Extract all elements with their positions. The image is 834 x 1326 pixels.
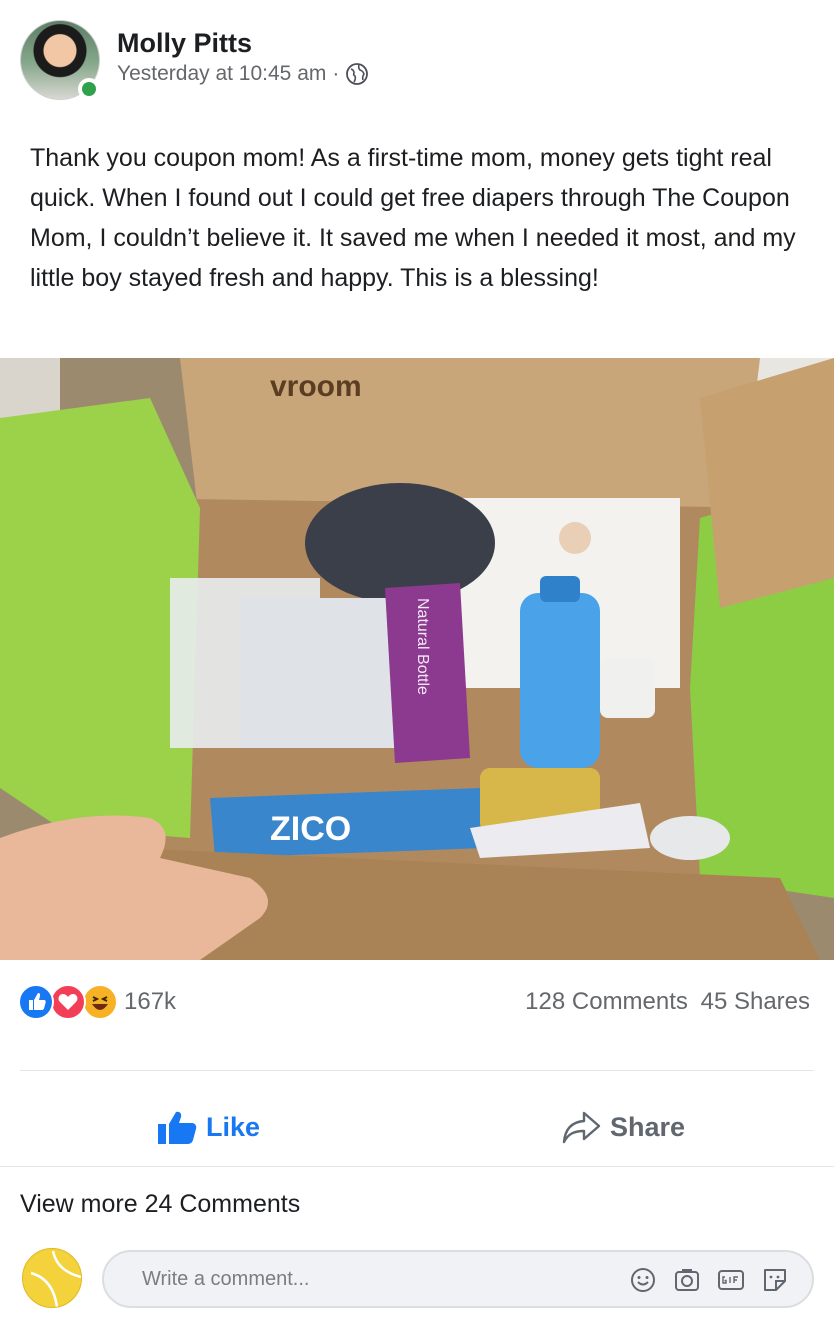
sticker-icon[interactable]	[760, 1265, 790, 1295]
comment-composer	[22, 1246, 814, 1310]
share-arrow-icon	[562, 1111, 601, 1144]
gif-icon[interactable]	[716, 1265, 746, 1295]
divider-top	[20, 1070, 814, 1071]
reaction-icons[interactable]	[18, 984, 126, 1020]
comment-box[interactable]	[102, 1250, 814, 1308]
post-photo[interactable]: vroom Natural Bottle ZICO	[0, 358, 834, 960]
tennis-ball-icon	[30, 1250, 81, 1307]
post-text: Thank you coupon mom! As a first-time mo…	[30, 144, 796, 292]
commenter-avatar[interactable]	[22, 1248, 82, 1308]
like-button[interactable]: Like	[156, 1090, 260, 1164]
share-button[interactable]: Share	[562, 1090, 685, 1164]
reactions-bar: 167k 128 Comments 45 Shares	[18, 980, 814, 1026]
bottle-label-text: Natural Bottle	[414, 598, 431, 695]
meta-separator: ·	[332, 62, 340, 85]
love-reaction-icon[interactable]	[50, 984, 86, 1020]
reaction-count[interactable]: 167k	[124, 988, 176, 1016]
post-actions: Like Share	[0, 1090, 834, 1164]
globe-icon[interactable]	[345, 62, 369, 86]
author-name[interactable]: Molly Pitts	[117, 28, 252, 59]
view-more-comments-link[interactable]: View more 24 Comments	[20, 1190, 300, 1219]
like-reaction-icon[interactable]	[18, 984, 54, 1020]
box-brand-text: vroom	[270, 370, 362, 403]
comments-shares: 128 Comments 45 Shares	[525, 988, 810, 1016]
online-status-dot	[78, 78, 100, 100]
author-avatar[interactable]	[20, 20, 100, 100]
comment-input[interactable]	[142, 1262, 602, 1296]
share-label: Share	[610, 1111, 686, 1142]
photo-illustration: vroom Natural Bottle ZICO	[0, 358, 834, 960]
like-label: Like	[206, 1111, 261, 1142]
thumbs-up-icon	[158, 1111, 197, 1144]
post-header: Molly Pitts Yesterday at 10:45 am ·	[20, 20, 810, 102]
comments-count[interactable]: 128 Comments	[525, 988, 688, 1015]
emoji-icon[interactable]	[628, 1265, 658, 1295]
divider-bottom	[0, 1166, 834, 1167]
post-timestamp[interactable]: Yesterday at 10:45 am	[117, 62, 326, 86]
post-meta: Yesterday at 10:45 am ·	[117, 62, 369, 86]
haha-reaction-icon[interactable]	[82, 984, 118, 1020]
tube-label-text: ZICO	[270, 810, 351, 848]
shares-count[interactable]: 45 Shares	[701, 988, 810, 1015]
camera-icon[interactable]	[672, 1265, 702, 1295]
